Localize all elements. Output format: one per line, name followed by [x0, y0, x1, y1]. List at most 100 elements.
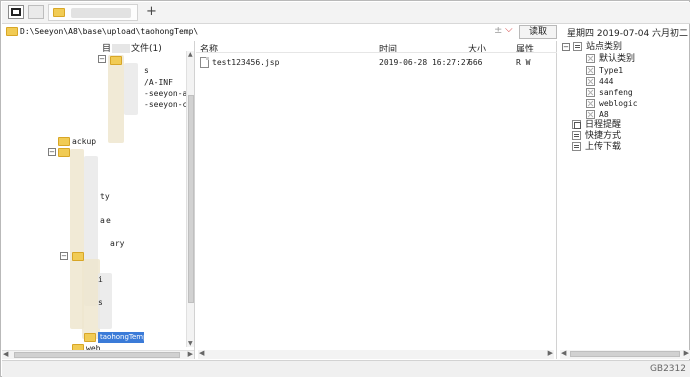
file-list: 名称 时间 大小 属性 test123456.jsp 2019-06-28 16… [196, 41, 557, 359]
tree-vertical-scrollbar[interactable]: ▲ ▼ [186, 51, 194, 347]
column-header-name[interactable]: 名称 [200, 42, 218, 55]
file-time: 2019-06-28 16:27:27 [379, 58, 471, 67]
category-label: 444 [599, 77, 614, 86]
tree-node-site-category[interactable]: − 站点类别 [562, 42, 622, 53]
category-label: weblogic [599, 99, 638, 108]
upload-label: 上传下载 [585, 142, 622, 152]
collapse-toggle[interactable]: − [562, 42, 570, 51]
category-icon [586, 99, 595, 108]
tree-node[interactable] [58, 136, 70, 147]
add-tab-button[interactable]: + [146, 5, 157, 19]
category-label: Type1 [599, 66, 624, 75]
folder-icon [72, 252, 84, 261]
tree-node-selected[interactable]: taohongTemp [98, 332, 148, 343]
category-icon [586, 66, 595, 75]
scroll-thumb[interactable] [14, 352, 180, 358]
scroll-left-icon[interactable]: ◀ [199, 349, 204, 357]
list-icon [573, 42, 582, 51]
files-horizontal-scrollbar[interactable]: ◀ ▶ [198, 349, 554, 359]
collapse-toggle[interactable]: − [48, 148, 56, 156]
app-window: + ± ⌵ 读取 星期四 2019-07-04 六月初二 目文件(1) − s … [0, 0, 690, 377]
scroll-right-icon[interactable]: ▶ [684, 349, 689, 357]
tree-node-label[interactable]: s [144, 65, 149, 76]
shortcut-label: 快捷方式 [585, 131, 622, 141]
tree-node-label[interactable]: ary [110, 238, 124, 249]
column-header-attr[interactable]: 属性 [516, 42, 534, 55]
tree-header: 目 文件(1) [102, 41, 162, 54]
tree-header-prefix: 目 [102, 44, 112, 54]
tree-node[interactable] [58, 147, 70, 158]
table-row[interactable]: test123456.jsp 2019-06-28 16:27:27 666 R… [196, 57, 557, 69]
blurred-area [124, 63, 138, 115]
list-item[interactable]: weblogic [586, 98, 638, 109]
tree-node-label[interactable]: /A-INF [144, 77, 173, 88]
window-icon[interactable] [28, 5, 44, 19]
scroll-thumb[interactable] [570, 351, 680, 357]
category-icon [586, 54, 595, 63]
tree-node-shortcut[interactable]: 快捷方式 [572, 131, 621, 142]
shortcut-icon [572, 131, 581, 140]
path-input[interactable] [19, 25, 489, 39]
category-icon [586, 77, 595, 86]
folder-icon [58, 148, 70, 157]
tree-node-label[interactable]: s [98, 297, 103, 308]
tree-node-label[interactable]: a [100, 215, 105, 226]
directory-tree: 目文件(1) − s /A-INF -seeyon-apps- -seeyon-… [2, 41, 195, 359]
tree-node[interactable] [84, 332, 96, 343]
list-item[interactable]: Type1 [586, 65, 623, 76]
site-panel-horizontal-scrollbar[interactable]: ◀ ▶ [560, 349, 690, 359]
status-bar: GB2312 [2, 360, 690, 377]
tree-node[interactable] [110, 55, 122, 66]
tree-horizontal-scrollbar[interactable]: ◀ ▶ [2, 350, 194, 359]
maximize-icon[interactable] [8, 5, 24, 19]
folder-icon [84, 333, 96, 342]
scroll-thumb[interactable] [188, 95, 194, 303]
scroll-up-icon[interactable]: ▲ [188, 51, 193, 58]
category-label: 默认类别 [599, 54, 636, 64]
category-icon [586, 110, 595, 119]
column-header-time[interactable]: 时间 [379, 42, 397, 55]
tree-node-schedule[interactable]: 日程提醒 [572, 120, 621, 131]
tree-node-label[interactable]: e [106, 215, 111, 226]
blurred-area [108, 55, 124, 143]
tree-node-label[interactable]: i [98, 274, 103, 285]
tree-node-label[interactable]: ty [100, 191, 110, 202]
scroll-left-icon[interactable]: ◀ [3, 350, 8, 358]
folder-icon [6, 27, 18, 36]
schedule-label: 日程提醒 [585, 120, 622, 130]
tree-node-label[interactable]: ackup [72, 136, 96, 147]
site-category-label: 站点类别 [586, 42, 623, 52]
tab-current[interactable] [48, 4, 138, 21]
tree-node-upload[interactable]: 上传下载 [572, 142, 621, 153]
column-header-size[interactable]: 大小 [468, 42, 486, 55]
list-item[interactable]: sanfeng [586, 87, 633, 98]
read-button[interactable]: 读取 [519, 25, 557, 39]
chevron-down-icon[interactable]: ⌵ [505, 24, 513, 35]
scroll-down-icon[interactable]: ▼ [188, 340, 193, 347]
scroll-left-icon[interactable]: ◀ [561, 349, 566, 357]
blurred-text [112, 44, 131, 53]
tree-header-suffix: 文件(1) [131, 44, 162, 54]
encoding-label[interactable]: GB2312 [650, 364, 686, 374]
list-item[interactable]: A8 [586, 109, 609, 120]
address-bar: ± ⌵ 读取 [2, 24, 558, 40]
category-label: A8 [599, 110, 609, 119]
category-label: sanfeng [599, 88, 633, 97]
transfer-icon [572, 142, 581, 151]
list-item[interactable]: 444 [586, 76, 613, 87]
tree-node[interactable] [72, 251, 84, 262]
list-item[interactable]: 默认类别 [586, 54, 635, 65]
tab-title-blurred [71, 8, 131, 18]
header-divider [196, 52, 557, 53]
scroll-right-icon[interactable]: ▶ [548, 349, 553, 357]
collapse-toggle[interactable]: − [60, 252, 68, 260]
file-attr: R W [516, 58, 531, 67]
collapse-toggle[interactable]: − [98, 55, 106, 63]
date-display: 星期四 2019-07-04 六月初二 [567, 29, 689, 39]
plus-minus-icon[interactable]: ± [494, 25, 502, 36]
file-name: test123456.jsp [212, 58, 280, 67]
calendar-icon [572, 120, 581, 129]
category-icon [586, 88, 595, 97]
folder-icon [110, 56, 122, 65]
scroll-right-icon[interactable]: ▶ [188, 350, 193, 358]
